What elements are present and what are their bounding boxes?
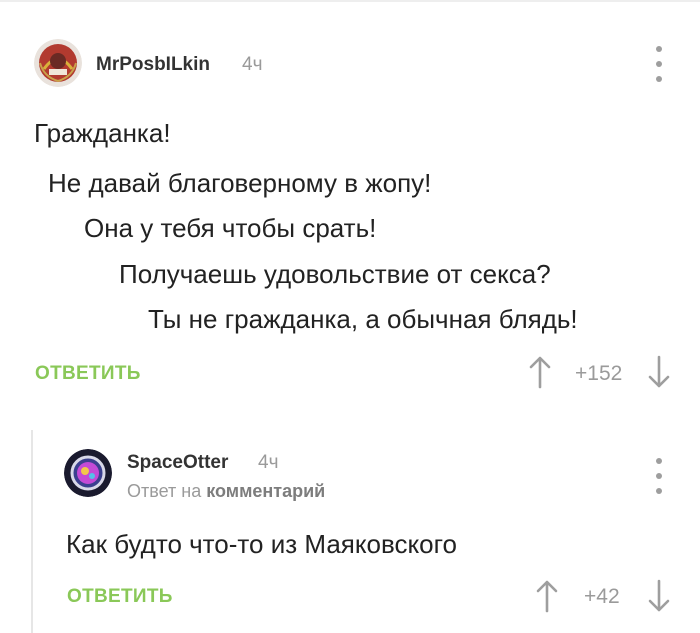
avatar-emblem-image [34,39,82,87]
more-vertical-icon[interactable] [649,458,669,494]
rating-value: +42 [584,585,620,608]
comment-author[interactable]: SpaceOtter [127,452,228,474]
comment-text-line: Она у тебя чтобы срать! [84,213,377,243]
rating-value: +152 [575,362,623,385]
comment-text-line: Ты не гражданка, а обычная блядь! [148,304,578,334]
comment-text-line: Получаешь удовольствие от секса? [119,259,551,289]
more-vertical-icon[interactable] [649,46,669,82]
comment-text-line: Как будто что-то из Маяковского [66,529,458,559]
reply-button[interactable]: ОТВЕТИТЬ [67,586,173,608]
reply-to-link[interactable]: комментарий [206,481,325,501]
comment-text-line: Гражданка! [34,118,171,148]
comment-time: 4ч [258,452,279,473]
reply-button[interactable]: ОТВЕТИТЬ [35,363,141,385]
avatar[interactable] [34,39,82,87]
reply-to-prefix: Ответ на [127,481,202,501]
arrow-down-icon[interactable] [647,579,671,613]
comment-author[interactable]: MrPosbILkin [96,54,210,76]
avatar-astronaut-image [64,449,112,497]
arrow-up-icon[interactable] [528,355,552,389]
comment: MrPosbILkin 4ч Гражданка! Не давай благо… [0,0,700,410]
comment-text-line: Не давай благоверному в жопу! [48,168,432,198]
avatar[interactable] [64,449,112,497]
arrow-up-icon[interactable] [535,579,559,613]
reply-to-info: Ответ на комментарий [127,481,325,502]
comment-reply: SpaceOtter 4ч Ответ на комментарий Как б… [0,410,700,633]
arrow-down-icon[interactable] [647,355,671,389]
comment-time: 4ч [242,54,263,75]
